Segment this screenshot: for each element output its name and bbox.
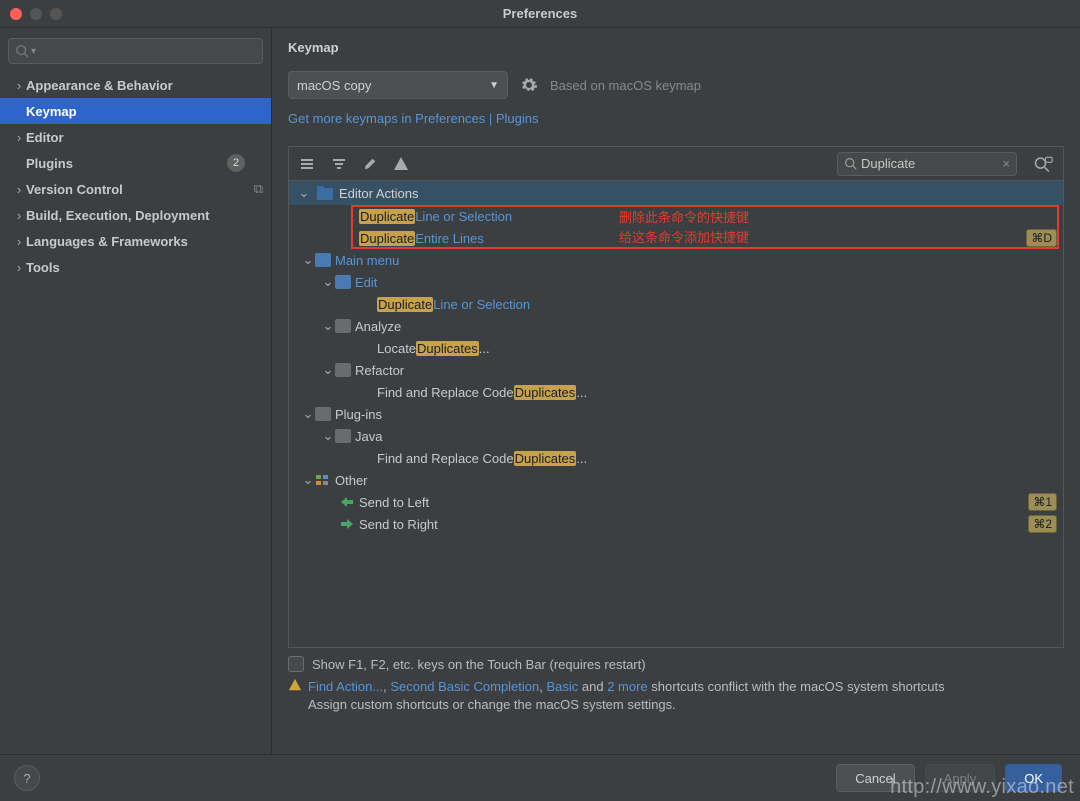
warn-link-more[interactable]: 2 more: [607, 679, 647, 694]
watermark: http://www.yixao.net: [890, 776, 1074, 799]
annotation-text-2: 给这条命令添加快捷键: [619, 227, 749, 246]
folder-icon: [335, 275, 351, 289]
tree-node-other[interactable]: ⌄ Other: [289, 469, 1063, 491]
shortcut-cmd-d: ⌘D: [1026, 229, 1057, 247]
conflict-warning: Find Action..., Second Basic Completion,…: [288, 678, 1064, 713]
tree-node-plugins[interactable]: ⌄ Plug-ins: [289, 403, 1063, 425]
tree-toolbar: Duplicate ×: [288, 146, 1064, 180]
clipboard-icon: ⧉: [254, 181, 263, 197]
content-pane: Keymap macOS copy ▼ Based on macOS keyma…: [272, 28, 1080, 754]
warning-icon: [288, 678, 302, 713]
edit-icon[interactable]: [363, 157, 377, 171]
nav-editor[interactable]: ›Editor: [0, 124, 271, 150]
expand-all-icon[interactable]: [299, 156, 315, 172]
actions-tree[interactable]: ⌄ Editor Actions Duplicate Line or Selec…: [288, 180, 1064, 648]
folder-icon: [335, 319, 351, 333]
nav-build-execution-deployment[interactable]: ›Build, Execution, Deployment: [0, 202, 271, 228]
plugins-badge: 2: [227, 154, 245, 172]
based-on-label: Based on macOS keymap: [550, 78, 701, 93]
warn-link-second-basic[interactable]: Second Basic Completion: [390, 679, 539, 694]
folder-icon: [315, 407, 331, 421]
nav-keymap[interactable]: Keymap: [0, 98, 271, 124]
nav-appearance-behavior[interactable]: ›Appearance & Behavior: [0, 72, 271, 98]
folder-icon: [335, 429, 351, 443]
action-edit-duplicate[interactable]: Duplicate Line or Selection: [289, 293, 1063, 315]
nav-languages-frameworks[interactable]: ›Languages & Frameworks: [0, 228, 271, 254]
other-icon: [315, 473, 331, 487]
action-find-replace-duplicates[interactable]: Find and Replace Code Duplicates...: [289, 381, 1063, 403]
search-icon: [15, 44, 29, 58]
nav-plugins[interactable]: Plugins 2: [0, 150, 271, 176]
warning-icon[interactable]: [393, 156, 409, 172]
action-search-input[interactable]: Duplicate ×: [837, 152, 1017, 176]
warn-link-basic[interactable]: Basic: [546, 679, 578, 694]
sidebar-search-input[interactable]: ▾: [8, 38, 263, 64]
gear-icon[interactable]: [520, 76, 538, 94]
clear-search-icon[interactable]: ×: [1002, 156, 1010, 171]
tree-node-main-menu[interactable]: ⌄ Main menu: [289, 249, 1063, 271]
shortcut-cmd-1: ⌘1: [1028, 493, 1057, 511]
keymap-select[interactable]: macOS copy ▼: [288, 71, 508, 99]
window-title: Preferences: [0, 6, 1080, 21]
arrow-right-icon: [339, 517, 355, 531]
folder-icon: [315, 253, 331, 267]
shortcut-cmd-2: ⌘2: [1028, 515, 1057, 533]
titlebar: Preferences: [0, 0, 1080, 28]
folder-icon: [335, 363, 351, 377]
touchbar-checkbox-row[interactable]: Show F1, F2, etc. keys on the Touch Bar …: [288, 656, 1064, 672]
action-send-to-right[interactable]: Send to Right ⌘2: [289, 513, 1063, 535]
help-button[interactable]: ?: [14, 765, 40, 791]
action-send-to-left[interactable]: Send to Left ⌘1: [289, 491, 1063, 513]
tree-node-edit[interactable]: ⌄ Edit: [289, 271, 1063, 293]
tree-node-java[interactable]: ⌄ Java: [289, 425, 1063, 447]
page-title: Keymap: [272, 28, 1080, 55]
preferences-sidebar: ▾ ›Appearance & Behavior Keymap ›Editor …: [0, 28, 272, 754]
folder-icon: [317, 186, 333, 200]
touchbar-checkbox[interactable]: [288, 656, 304, 672]
action-locate-duplicates[interactable]: Locate Duplicates...: [289, 337, 1063, 359]
action-java-find-replace-duplicates[interactable]: Find and Replace Code Duplicates...: [289, 447, 1063, 469]
collapse-all-icon[interactable]: [331, 156, 347, 172]
nav-version-control[interactable]: ›Version Control ⧉: [0, 176, 271, 202]
arrow-left-icon: [339, 495, 355, 509]
search-icon: [844, 157, 857, 170]
get-more-keymaps-link[interactable]: Get more keymaps in Preferences | Plugin…: [272, 105, 1080, 138]
find-by-shortcut-icon[interactable]: [1033, 155, 1053, 173]
chevron-down-icon: ▼: [489, 80, 499, 91]
warn-link-find-action[interactable]: Find Action...: [308, 679, 383, 694]
annotation-text-1: 删除此条命令的快捷键: [619, 207, 749, 226]
tree-node-analyze[interactable]: ⌄ Analyze: [289, 315, 1063, 337]
tree-node-editor-actions[interactable]: ⌄ Editor Actions: [289, 181, 1063, 205]
tree-node-refactor[interactable]: ⌄ Refactor: [289, 359, 1063, 381]
nav-tools[interactable]: ›Tools: [0, 254, 271, 280]
